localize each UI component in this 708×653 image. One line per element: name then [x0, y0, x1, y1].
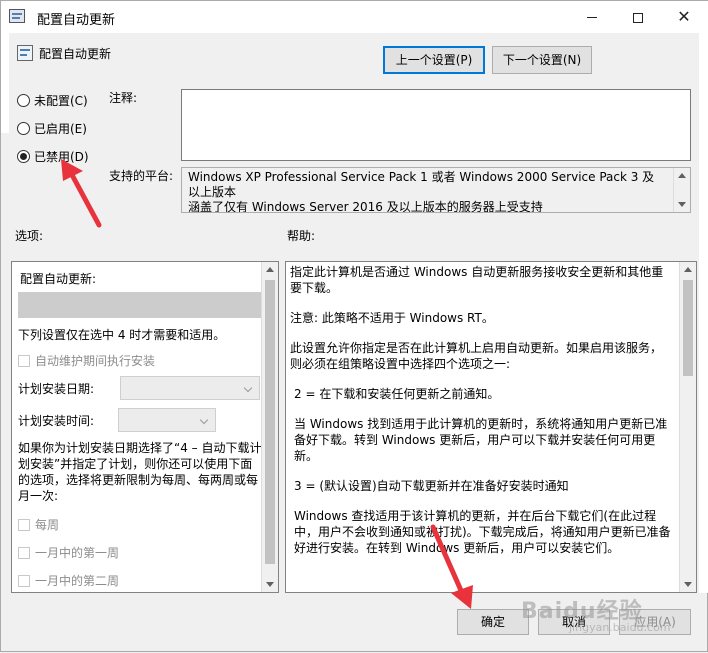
schedule-time-row: 计划安装时间: — [18, 412, 94, 429]
maximize-button[interactable] — [615, 1, 661, 33]
checkbox-maintenance-box — [18, 354, 30, 367]
checkbox-first-week: 一月中的第一周 — [18, 544, 119, 561]
help-paragraph: 此设置允许你指定是否在此计算机上启用自动更新。如果启用该服务，则必须在组策略设置… — [290, 341, 663, 371]
radio-enabled[interactable]: 已启用(E) — [17, 119, 87, 137]
previous-setting-button[interactable]: 上一个设置(P) — [383, 46, 485, 74]
ok-button[interactable]: 确定 — [457, 609, 529, 635]
close-icon: ✕ — [677, 7, 691, 26]
policy-title: 配置自动更新 — [39, 47, 112, 61]
help-label: 帮助: — [287, 229, 316, 243]
help-paragraph: 注意: 此策略不适用于 Windows RT。 — [290, 311, 494, 325]
supported-platform-box: Windows XP Professional Service Pack 1 或… — [181, 167, 691, 213]
minimize-button[interactable] — [569, 1, 615, 33]
options-title: 配置自动更新: — [20, 272, 97, 286]
checkbox-second-week: 一月中的第二周 — [18, 572, 119, 589]
help-paragraph: Windows 查找适用于该计算机的更新，并在后台下载它们(在此过程中，用户不会… — [294, 509, 671, 555]
help-paragraph: 当 Windows 找到适用于此计算机的更新时，系统将通知用户更新已准备好下载。… — [294, 417, 668, 463]
options-scroll-thumb[interactable] — [265, 280, 275, 564]
supported-platform-line-cut: 涵盖了仅有 Windows Server 2016 及以上版本的服务器上受支持 — [188, 200, 543, 213]
scroll-up-icon[interactable] — [684, 267, 692, 272]
comment-textarea[interactable] — [181, 89, 691, 161]
radio-not-configured-label: 未配置(C) — [34, 93, 88, 108]
radio-enabled-circle[interactable] — [17, 121, 30, 135]
comment-label: 注释: — [109, 91, 138, 105]
help-scrollbar[interactable] — [679, 262, 696, 592]
window-title: 配置自动更新 — [37, 13, 116, 28]
platform-scrollbar[interactable] — [673, 168, 690, 212]
radio-disabled-circle[interactable] — [17, 149, 30, 163]
scroll-up-icon[interactable] — [266, 267, 274, 272]
radio-enabled-label: 已启用(E) — [34, 121, 87, 136]
policy-window-icon — [9, 9, 25, 23]
options-scrollbar[interactable] — [261, 262, 278, 592]
schedule-day-label: 计划安装日期: — [18, 382, 95, 396]
checkbox-second-week-label: 一月中的第二周 — [35, 574, 120, 588]
options-paragraph: 如果你为计划安装日期选择了“4 – 自动下载计划安装”并指定了计划，则你还可以使… — [18, 441, 262, 503]
next-setting-button[interactable]: 下一个设置(N) — [492, 46, 592, 74]
help-paragraph: 指定此计算机是否通过 Windows 自动更新服务接收安全更新和其他重要下载。 — [290, 265, 664, 295]
supported-platform-label: 支持的平台: — [109, 169, 174, 183]
close-button[interactable]: ✕ — [661, 1, 707, 33]
radio-disabled[interactable]: 已禁用(D) — [17, 147, 89, 165]
checkbox-maintenance: 自动维护期间执行安装 — [18, 352, 155, 369]
checkbox-first-week-label: 一月中的第一周 — [35, 546, 120, 560]
checkbox-maintenance-label: 自动维护期间执行安装 — [35, 354, 156, 368]
schedule-time-label: 计划安装时间: — [18, 414, 95, 428]
help-scroll-thumb[interactable] — [683, 280, 693, 376]
help-paragraph: 2 = 在下载和安装任何更新之前通知。 — [294, 387, 500, 401]
policy-dialog: 配置自动更新 ✕ 配置自动更新 上一个设置(P) 下一个设置(N) 未配置(C)… — [0, 0, 708, 652]
watermark-subtext: jingyan.baidu.com — [569, 621, 671, 634]
background-window-strip-right — [699, 33, 708, 593]
checkbox-first-week-box — [18, 546, 30, 559]
policy-setting-icon — [17, 45, 33, 61]
options-label: 选项: — [15, 229, 44, 243]
supported-platform-text: Windows XP Professional Service Pack 1 或… — [188, 170, 664, 213]
title-bar: 配置自动更新 ✕ — [1, 1, 708, 33]
scroll-up-icon[interactable] — [678, 173, 686, 178]
scroll-down-icon[interactable] — [266, 582, 274, 587]
checkbox-weekly: 每周 — [18, 516, 59, 533]
schedule-day-row: 计划安装日期: — [18, 380, 94, 397]
schedule-time-select — [118, 408, 216, 432]
supported-platform-line: Windows XP Professional Service Pack 1 或… — [188, 170, 655, 199]
schedule-day-select — [120, 376, 260, 400]
help-text: 指定此计算机是否通过 Windows 自动更新服务接收安全更新和其他重要下载。 … — [290, 264, 672, 570]
baidu-watermark: Baidu经验 jingyan.baidu.com — [521, 593, 671, 634]
help-paragraph: 3 = (默认设置)自动下载更新并在准备好安装时通知 — [294, 479, 569, 493]
checkbox-weekly-label: 每周 — [35, 518, 60, 532]
options-note: 下列设置仅在选中 4 时才需要和适用。 — [18, 328, 226, 342]
scroll-down-icon[interactable] — [678, 202, 686, 207]
minimize-icon — [587, 17, 597, 18]
help-panel: 指定此计算机是否通过 Windows 自动更新服务接收安全更新和其他重要下载。 … — [285, 261, 697, 593]
radio-disabled-label: 已禁用(D) — [34, 149, 89, 164]
scroll-down-icon[interactable] — [684, 582, 692, 587]
checkbox-weekly-box — [18, 518, 30, 531]
radio-not-configured[interactable]: 未配置(C) — [17, 91, 88, 109]
options-panel: 配置自动更新: 下列设置仅在选中 4 时才需要和适用。 自动维护期间执行安装 计… — [11, 261, 279, 593]
checkbox-second-week-box — [18, 574, 30, 587]
configure-update-dropdown — [18, 292, 262, 318]
radio-not-configured-circle[interactable] — [17, 93, 30, 107]
maximize-icon — [633, 12, 643, 23]
arrow-to-disabled-option — [61, 159, 102, 228]
background-window-strip — [1, 33, 9, 133]
